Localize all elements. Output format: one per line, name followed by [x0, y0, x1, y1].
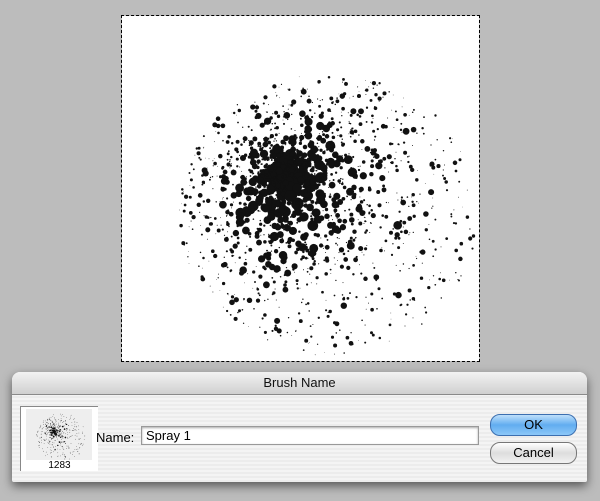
brush-canvas [121, 15, 480, 362]
dialog-title: Brush Name [12, 372, 587, 395]
brush-thumbnail [26, 409, 92, 462]
brush-name-dialog: Brush Name 1283 Name: OK Cancel [12, 372, 587, 482]
ok-button[interactable]: OK [490, 414, 577, 436]
brush-size: 1283 [48, 460, 71, 471]
name-input[interactable] [141, 426, 479, 445]
spray-brush-image [178, 75, 476, 356]
cancel-button[interactable]: Cancel [490, 442, 577, 464]
brush-preview: 1283 [20, 406, 98, 471]
name-label: Name: [96, 430, 135, 445]
